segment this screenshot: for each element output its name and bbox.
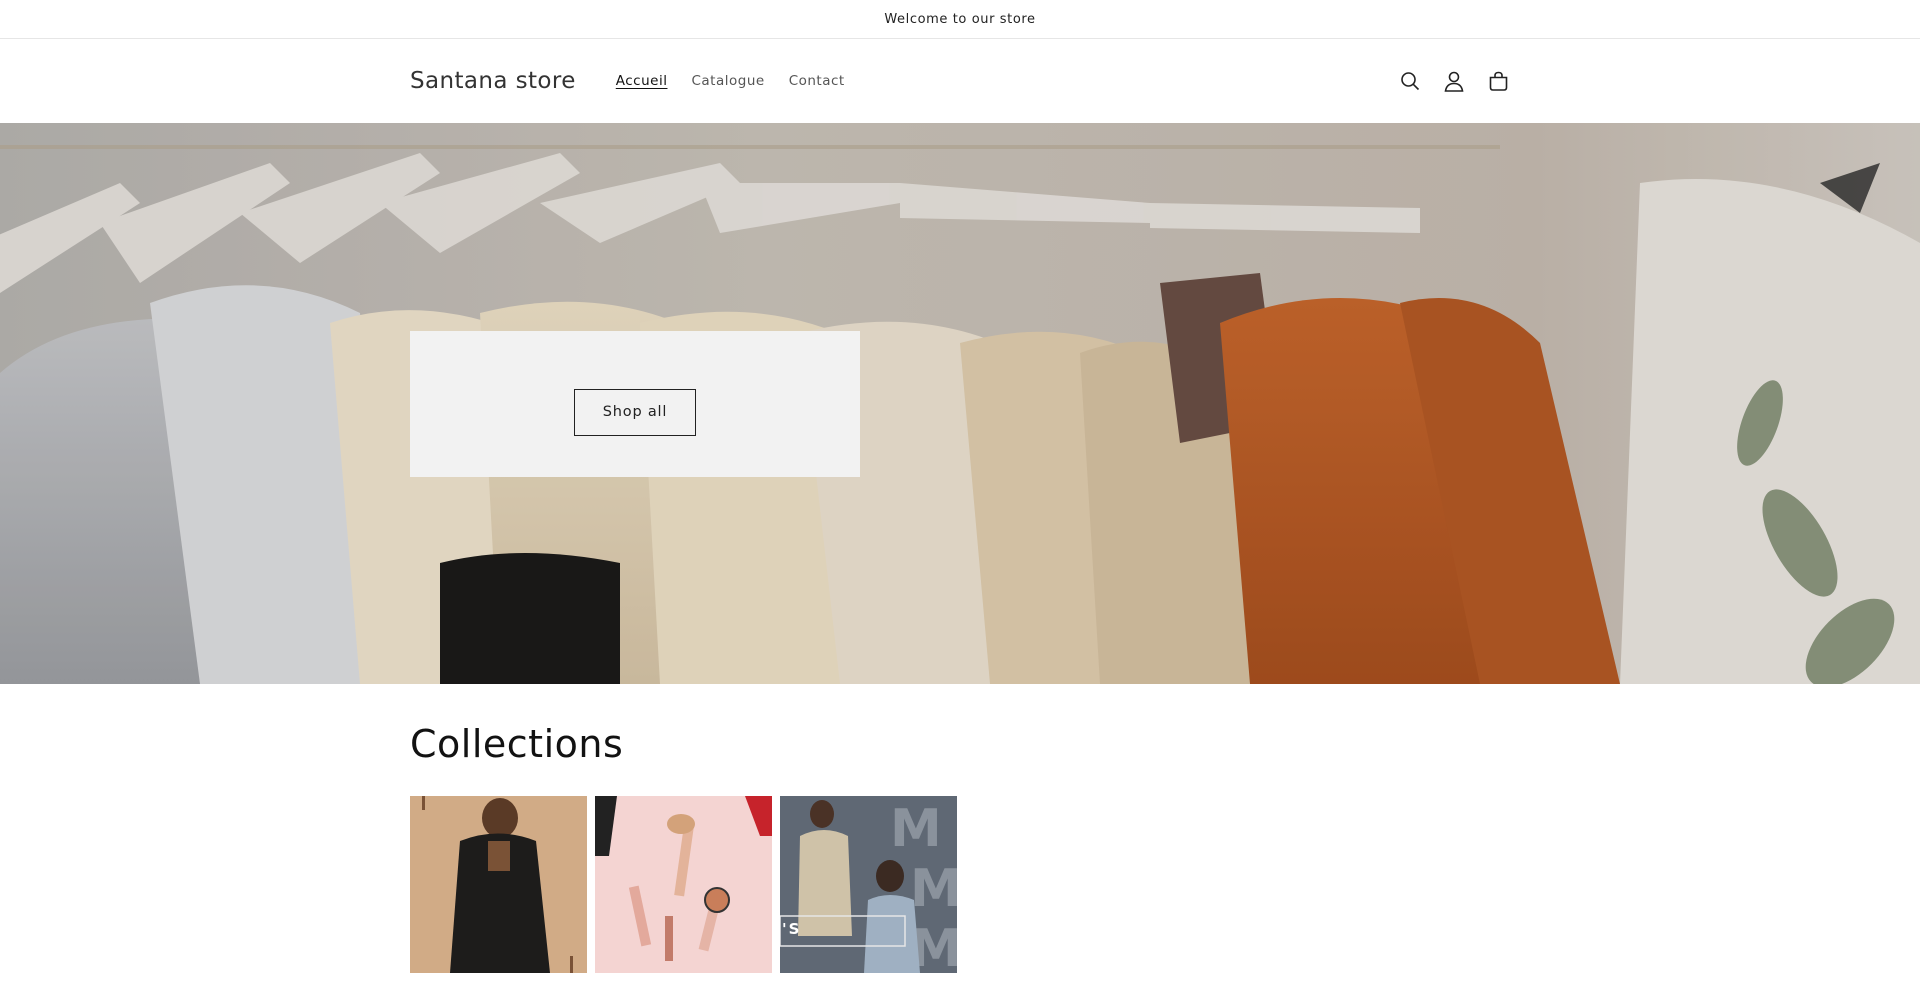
collection-image-women [410, 796, 587, 973]
site-header: Santana store Accueil Catalogue Contact [0, 39, 1920, 123]
nav-link-accueil[interactable]: Accueil [616, 73, 668, 89]
collection-image-men: M M M [780, 796, 957, 973]
collection-card-makeup[interactable] [595, 796, 772, 973]
hero-banner: Shop all [0, 123, 1920, 684]
collections-section: Collections M M M 'S [0, 684, 1920, 973]
cart-icon[interactable] [1486, 69, 1510, 93]
announcement-text: Welcome to our store [884, 11, 1036, 27]
hero-image-clothing-rack [0, 123, 1920, 684]
collection-image-makeup [595, 796, 772, 973]
collection-card-women[interactable] [410, 796, 587, 973]
collections-title: Collections [410, 722, 624, 766]
collection-card-men[interactable]: M M M 'S [780, 796, 957, 973]
hero-content-box: Shop all [410, 331, 860, 477]
announcement-bar: Welcome to our store [0, 0, 1920, 39]
header-icons [1398, 69, 1510, 93]
nav-link-contact[interactable]: Contact [789, 73, 845, 89]
search-icon[interactable] [1398, 69, 1422, 93]
svg-text:M: M [890, 799, 942, 859]
collection-card-overlay-text: 'S [782, 920, 802, 938]
account-icon[interactable] [1442, 69, 1466, 93]
svg-text:M: M [910, 859, 957, 919]
store-logo[interactable]: Santana store [410, 68, 576, 94]
nav-link-catalogue[interactable]: Catalogue [691, 73, 764, 89]
main-nav: Accueil Catalogue Contact [616, 73, 845, 89]
collection-grid: M M M 'S [410, 796, 1920, 973]
shop-all-button[interactable]: Shop all [574, 388, 696, 436]
